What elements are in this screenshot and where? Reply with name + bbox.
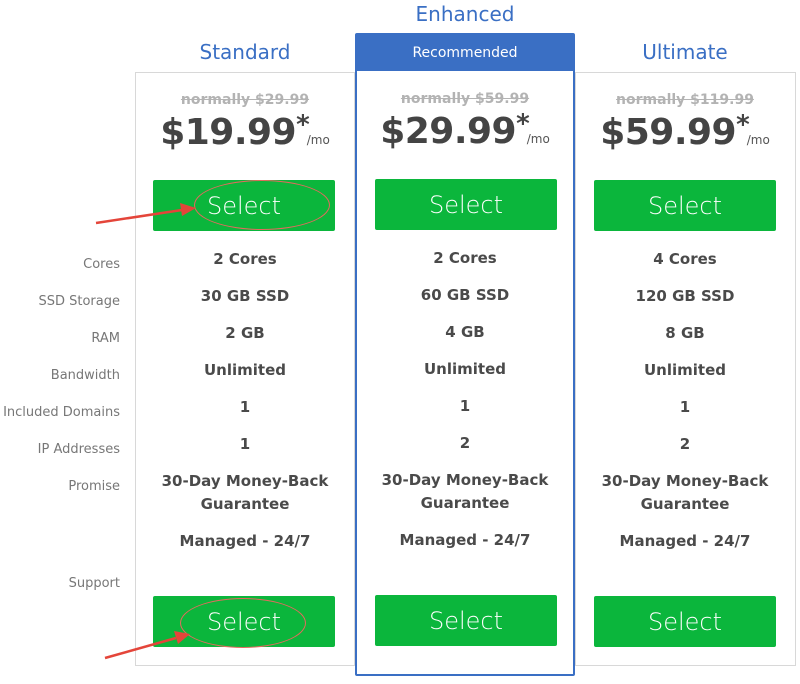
annotation-arrows	[95, 203, 196, 660]
annotation-arrow-bottom	[104, 631, 190, 660]
annotation-arrow-top	[95, 203, 196, 225]
